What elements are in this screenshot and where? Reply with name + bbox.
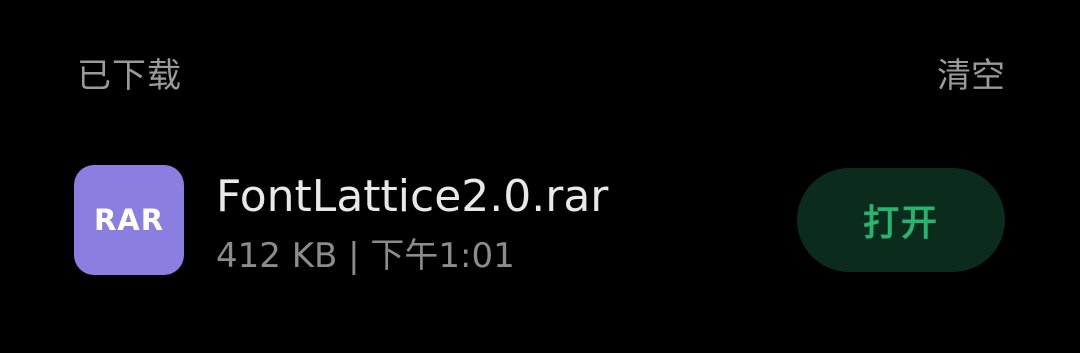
clear-button[interactable]: 清空 xyxy=(937,52,1005,100)
file-name: FontLattice2.0.rar xyxy=(216,171,609,222)
download-list-item[interactable]: RAR FontLattice2.0.rar 412 KB | 下午1:01 打… xyxy=(0,152,1080,292)
open-button-label: 打开 xyxy=(862,203,939,244)
open-button[interactable]: 打开 xyxy=(797,168,1005,272)
section-title: 已下载 xyxy=(77,56,182,96)
file-size-and-time: 412 KB | 下午1:01 xyxy=(216,236,515,276)
downloaded-section-header: 已下载 清空 xyxy=(77,52,1005,100)
rar-file-icon: RAR xyxy=(74,165,184,275)
file-type-label: RAR xyxy=(93,203,165,237)
